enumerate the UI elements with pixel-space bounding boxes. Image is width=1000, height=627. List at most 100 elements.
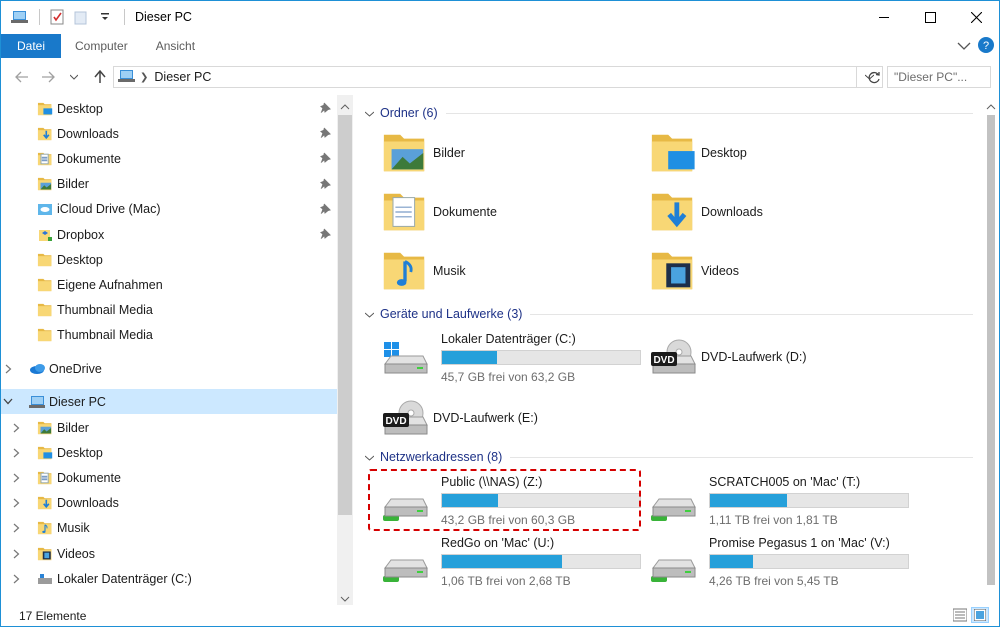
nav-quick-access-item[interactable]: Thumbnail Media [1, 298, 337, 323]
content-scrollbar-thumb[interactable] [987, 115, 995, 585]
pin-icon[interactable] [320, 152, 331, 166]
collapse-chevron-icon[interactable] [364, 106, 375, 120]
nav-quick-access-item[interactable]: Desktop [1, 247, 337, 272]
nav-item-pc-child[interactable]: Downloads [1, 491, 337, 516]
pin-icon[interactable] [320, 178, 331, 192]
customize-dropdown-icon[interactable] [94, 6, 116, 28]
network-drive-scratch005[interactable]: SCRATCH005 on 'Mac' (T:) 1,11 TB frei von… [647, 475, 917, 529]
drive-dvd-e[interactable]: DVD DVD-Laufwerk (E:) [379, 393, 649, 447]
nav-item-label: OneDrive [49, 361, 102, 376]
folder-tile-pictures[interactable]: Bilder [381, 129, 465, 177]
nav-quick-access-item[interactable]: Dokumente [1, 146, 337, 171]
drive-name: DVD-Laufwerk (D:) [701, 350, 807, 364]
up-arrow-icon[interactable] [87, 64, 113, 90]
nav-item-pc-child[interactable]: Bilder [1, 415, 337, 440]
network-drive-redgo[interactable]: RedGo on 'Mac' (U:) 1,06 TB frei von 2,68… [379, 536, 649, 590]
group-header-network[interactable]: Netzwerkadressen (8) [364, 447, 973, 467]
scroll-down-icon[interactable] [340, 591, 350, 605]
chevron-right-icon[interactable] [11, 523, 21, 533]
details-view-icon[interactable] [952, 608, 968, 625]
nav-quick-access-item[interactable]: Bilder [1, 172, 337, 197]
pin-icon[interactable] [320, 127, 331, 141]
nav-item-label: Bilder [57, 420, 89, 435]
drive-dvd-d[interactable]: DVD DVD-Laufwerk (D:) [647, 332, 917, 386]
chevron-right-icon[interactable] [11, 473, 21, 483]
folder-blue-icon [37, 101, 53, 117]
group-header-folders[interactable]: Ordner (6) [364, 103, 973, 123]
chevron-right-icon[interactable] [11, 498, 21, 508]
recent-dropdown-icon[interactable] [61, 64, 87, 90]
collapse-chevron-icon[interactable] [364, 450, 375, 464]
help-icon[interactable]: ? [977, 36, 995, 57]
nav-quick-access-item[interactable]: Desktop [1, 96, 337, 121]
chevron-right-icon[interactable] [11, 549, 21, 559]
chevron-down-icon[interactable] [3, 397, 13, 407]
nav-item-label: Dieser PC [49, 394, 106, 409]
chevron-right-icon[interactable] [11, 423, 21, 433]
pin-icon[interactable] [320, 203, 331, 217]
new-folder-icon[interactable] [70, 6, 92, 28]
nav-item-this-pc[interactable]: Dieser PC [1, 389, 337, 414]
content-scrollbar[interactable] [983, 95, 999, 605]
minimize-button[interactable] [861, 1, 907, 33]
nav-scrollbar[interactable] [337, 95, 353, 605]
window-title: Dieser PC [135, 10, 192, 24]
nav-quick-access-item[interactable]: Thumbnail Media [1, 323, 337, 348]
breadcrumb-chevron-icon[interactable]: ❯ [140, 72, 148, 83]
nav-quick-access-item[interactable]: Eigene Aufnahmen [1, 272, 337, 297]
back-arrow-icon[interactable] [9, 64, 35, 90]
downloads-folder-icon [37, 495, 53, 511]
drive-local-c[interactable]: Lokaler Datenträger (C:) 45,7 GB frei von… [379, 332, 649, 386]
scroll-up-icon[interactable] [986, 99, 996, 113]
forward-arrow-icon[interactable] [35, 64, 61, 90]
nav-item-label: Bilder [57, 177, 89, 192]
drive-free-space: 45,7 GB frei von 63,2 GB [441, 370, 576, 384]
tiles-view-icon[interactable] [971, 607, 989, 623]
folder-tile-documents[interactable]: Dokumente [381, 188, 497, 236]
folder-tile-downloads[interactable]: Downloads [649, 188, 763, 236]
folder-blue-icon [37, 445, 53, 461]
pin-icon[interactable] [320, 102, 331, 116]
nav-item-pc-child[interactable]: Musik [1, 516, 337, 541]
close-button[interactable] [953, 1, 999, 33]
pin-icon[interactable] [320, 228, 331, 242]
folder-tile-music[interactable]: Musik [381, 247, 466, 295]
drive-name: DVD-Laufwerk (E:) [433, 411, 538, 425]
refresh-icon[interactable] [861, 66, 887, 88]
nav-item-pc-child[interactable]: Desktop [1, 440, 337, 465]
folder-icon [37, 302, 53, 318]
properties-icon[interactable] [46, 6, 68, 28]
nav-quick-access-item[interactable]: Dropbox [1, 222, 337, 247]
nav-item-pc-child[interactable]: Dokumente [1, 465, 337, 490]
tab-file[interactable]: Datei [1, 34, 61, 58]
collapse-chevron-icon[interactable] [364, 307, 375, 321]
folder-tile-desktop[interactable]: Desktop [649, 129, 747, 177]
nav-item-pc-child[interactable]: Videos [1, 541, 337, 566]
nav-quick-access-item[interactable]: iCloud Drive (Mac) [1, 197, 337, 222]
chevron-right-icon[interactable] [3, 364, 13, 374]
drive-name: SCRATCH005 on 'Mac' (T:) [709, 475, 861, 489]
folder-label: Bilder [433, 146, 465, 160]
chevron-right-icon[interactable] [11, 574, 21, 584]
capacity-bar [709, 554, 909, 569]
folder-tile-videos[interactable]: Videos [649, 247, 739, 295]
nav-quick-access-item[interactable]: Downloads [1, 121, 337, 146]
nav-item-cut-off[interactable] [1, 591, 337, 605]
group-header-devices[interactable]: Geräte und Laufwerke (3) [364, 304, 973, 324]
folder-label: Musik [433, 264, 466, 278]
search-input[interactable]: "Dieser PC"... [887, 66, 991, 88]
nav-item-onedrive[interactable]: OneDrive [1, 356, 337, 381]
tab-computer[interactable]: Computer [61, 34, 142, 58]
breadcrumb-this-pc[interactable]: Dieser PC [154, 70, 211, 84]
this-pc-icon[interactable] [9, 6, 31, 28]
maximize-button[interactable] [907, 1, 953, 33]
nav-scrollbar-thumb[interactable] [338, 115, 352, 515]
scroll-up-icon[interactable] [340, 99, 350, 113]
chevron-right-icon[interactable] [11, 448, 21, 458]
network-drive-promise-pegasus[interactable]: Promise Pegasus 1 on 'Mac' (V:) 4,26 TB f… [647, 536, 917, 590]
nav-item-pc-child[interactable]: Lokaler Datenträger (C:) [1, 566, 337, 591]
expand-ribbon-icon[interactable] [957, 40, 971, 54]
this-pc-icon [29, 394, 45, 410]
address-bar[interactable]: ❯ Dieser PC [113, 66, 857, 88]
tab-view[interactable]: Ansicht [142, 34, 209, 58]
